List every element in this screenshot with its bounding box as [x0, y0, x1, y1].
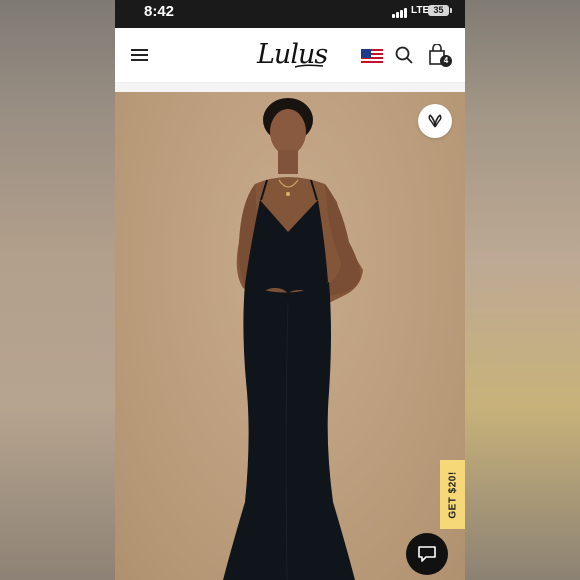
background-blur-right	[465, 0, 580, 580]
status-time: 8:42	[144, 3, 175, 20]
promo-label: GET $20!	[447, 470, 458, 519]
network-label: LTE	[411, 5, 430, 16]
status-bar: 8:42 LTE 35	[115, 0, 465, 28]
heart-icon	[428, 114, 442, 128]
logo-underline	[294, 64, 324, 68]
product-photo[interactable]	[115, 92, 465, 580]
cart-count-badge: 4	[440, 55, 452, 67]
favorite-button[interactable]	[418, 104, 452, 138]
signal-icon	[392, 8, 410, 18]
header-divider	[115, 83, 465, 92]
background-blur-left	[0, 0, 115, 580]
chat-bubble-icon	[418, 546, 436, 562]
chat-button[interactable]	[406, 533, 448, 575]
top-navigation: Lulus 4	[115, 28, 465, 83]
model-illustration	[223, 98, 363, 580]
search-icon[interactable]	[395, 46, 413, 64]
phone-screen: 8:42 LTE 35 Lulus 4 GET $20!	[115, 0, 465, 580]
menu-icon[interactable]	[131, 47, 149, 63]
battery-tip	[450, 8, 452, 13]
battery-level: 35	[433, 5, 444, 15]
promo-tab[interactable]: GET $20!	[440, 460, 465, 529]
battery-icon: 35	[428, 5, 449, 16]
us-flag-icon[interactable]	[361, 49, 383, 65]
